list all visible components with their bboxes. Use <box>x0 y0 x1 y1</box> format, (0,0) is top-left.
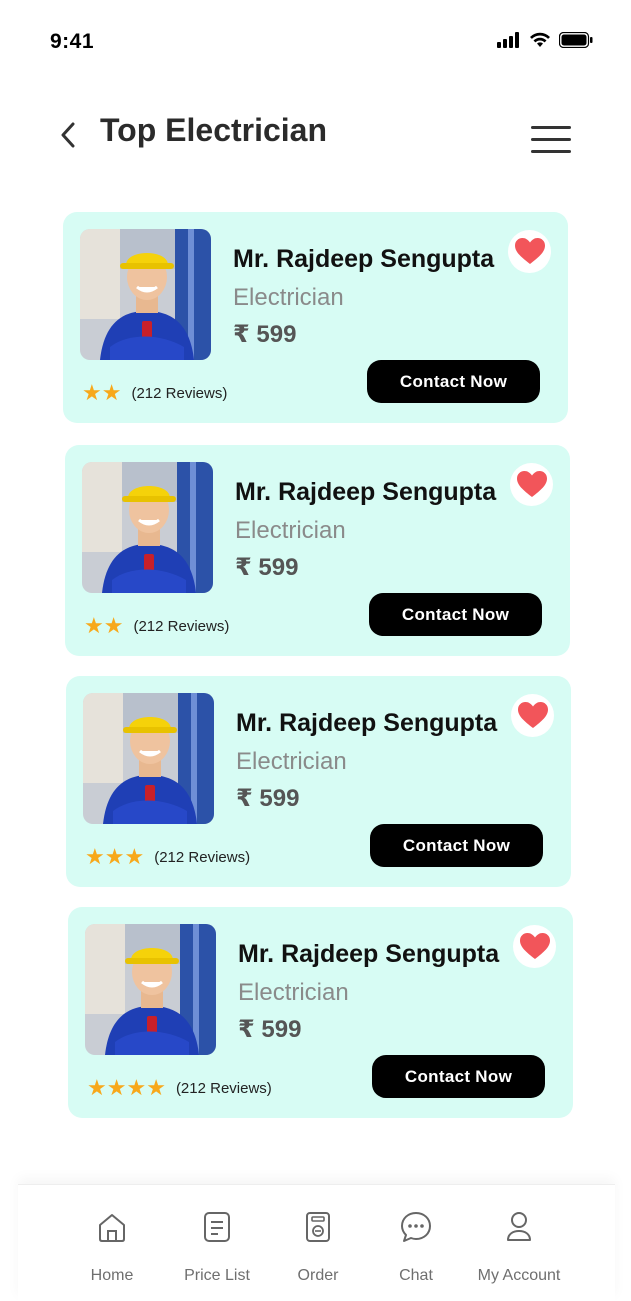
star-icon: ★ <box>103 613 124 638</box>
chevron-left-icon <box>61 122 75 148</box>
electrician-price: ₹ 599 <box>238 1016 302 1043</box>
menu-icon-line <box>531 150 571 153</box>
electrician-price: ₹ 599 <box>236 785 300 812</box>
electrician-card[interactable]: Mr. Rajdeep Sengupta Electrician ₹ 599 ★… <box>68 907 573 1118</box>
nav-home[interactable]: Home <box>62 1209 162 1285</box>
star-icon: ★ <box>146 1075 166 1100</box>
rating: ★★ (212 Reviews) <box>82 382 227 405</box>
review-count: (212 Reviews) <box>133 618 230 635</box>
nav-label: Home <box>90 1267 134 1284</box>
wifi-icon <box>530 32 550 47</box>
star-icon: ★ <box>85 844 105 869</box>
electrician-photo <box>82 462 213 593</box>
favorite-button[interactable] <box>510 463 553 506</box>
star-icon: ★ <box>126 1075 147 1100</box>
rating: ★★★★ (212 Reviews) <box>87 1077 272 1100</box>
nav-label: Order <box>297 1267 339 1284</box>
nav-label: My Account <box>477 1267 561 1284</box>
electrician-card[interactable]: Mr. Rajdeep Sengupta Electrician ₹ 599 ★… <box>63 212 568 423</box>
page-title: Top Electrician <box>100 112 328 148</box>
contact-now-button[interactable]: Contact Now <box>370 824 543 867</box>
star-rating: ★★ <box>84 615 123 638</box>
electrician-name: Mr. Rajdeep Sengupta <box>235 478 497 506</box>
home-icon <box>99 1214 125 1242</box>
account-icon <box>507 1212 531 1241</box>
star-icon: ★ <box>124 844 145 869</box>
nav-order[interactable]: Order <box>268 1209 368 1285</box>
review-count: (212 Reviews) <box>154 849 251 866</box>
contact-now-button[interactable]: Contact Now <box>367 360 540 403</box>
heart-icon <box>514 238 545 264</box>
star-icon: ★ <box>104 844 125 869</box>
electrician-photo <box>80 229 211 360</box>
favorite-button[interactable] <box>511 694 554 737</box>
electrician-profession: Electrician <box>238 979 349 1006</box>
menu-icon-line <box>531 126 571 129</box>
signal-icon <box>497 32 519 48</box>
electrician-card[interactable]: Mr. Rajdeep Sengupta Electrician ₹ 599 ★… <box>65 445 570 656</box>
star-icon: ★ <box>87 1075 107 1100</box>
heart-icon <box>517 702 548 728</box>
page-header: Top Electrician <box>0 100 631 170</box>
electrician-profession: Electrician <box>236 748 347 775</box>
review-count: (212 Reviews) <box>131 385 228 402</box>
nav-label: Chat <box>399 1267 433 1284</box>
electrician-photo <box>83 693 214 824</box>
rating: ★★ (212 Reviews) <box>84 615 229 638</box>
star-rating: ★★★ <box>85 846 144 869</box>
nav-my-account[interactable]: My Account <box>469 1209 569 1285</box>
electrician-name: Mr. Rajdeep Sengupta <box>238 940 500 968</box>
rating: ★★★ (212 Reviews) <box>85 846 250 869</box>
nav-price-list[interactable]: Price List <box>167 1209 267 1285</box>
heart-icon <box>516 471 547 497</box>
menu-button[interactable] <box>531 126 571 156</box>
electrician-name: Mr. Rajdeep Sengupta <box>233 245 495 273</box>
price-list-icon <box>204 1212 230 1242</box>
electrician-name: Mr. Rajdeep Sengupta <box>236 709 498 737</box>
order-icon <box>306 1212 330 1242</box>
star-rating: ★★★★ <box>87 1077 166 1100</box>
battery-icon <box>559 32 593 48</box>
electrician-card[interactable]: Mr. Rajdeep Sengupta Electrician ₹ 599 ★… <box>66 676 571 887</box>
back-button[interactable] <box>56 118 80 152</box>
electrician-price: ₹ 599 <box>233 321 297 348</box>
nav-chat[interactable]: Chat <box>366 1209 466 1285</box>
nav-label: Price List <box>184 1267 250 1284</box>
star-rating: ★★ <box>82 382 121 405</box>
favorite-button[interactable] <box>513 925 556 968</box>
heart-icon <box>519 933 550 959</box>
electrician-photo <box>85 924 216 1055</box>
status-icons <box>497 32 593 48</box>
contact-now-button[interactable]: Contact Now <box>372 1055 545 1098</box>
star-icon: ★ <box>101 380 122 405</box>
favorite-button[interactable] <box>508 230 551 273</box>
status-time: 9:41 <box>50 30 95 53</box>
bottom-navigation: Home Price List Order Chat My Account <box>18 1184 615 1301</box>
star-icon: ★ <box>84 613 104 638</box>
star-icon: ★ <box>82 380 102 405</box>
chat-icon <box>401 1212 431 1242</box>
review-count: (212 Reviews) <box>175 1080 272 1097</box>
status-bar: 9:41 <box>0 0 631 80</box>
electrician-price: ₹ 599 <box>235 554 299 581</box>
electrician-profession: Electrician <box>235 517 346 544</box>
electrician-profession: Electrician <box>233 284 344 311</box>
star-icon: ★ <box>106 1075 127 1100</box>
menu-icon-line <box>531 138 571 141</box>
contact-now-button[interactable]: Contact Now <box>369 593 542 636</box>
